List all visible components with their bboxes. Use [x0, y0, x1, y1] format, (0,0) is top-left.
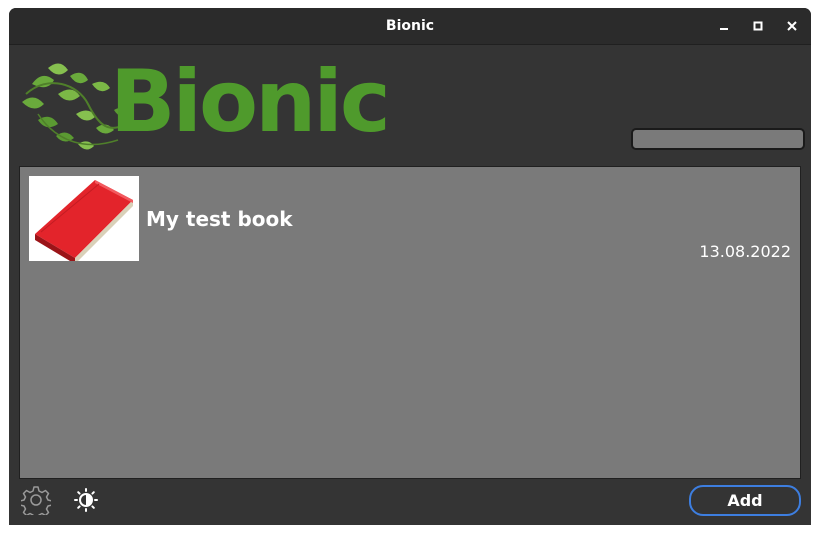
minimize-icon: [720, 28, 728, 30]
close-icon: [787, 21, 797, 31]
close-button[interactable]: [782, 16, 802, 36]
red-book-cover-icon: [35, 180, 133, 264]
brightness-icon: [74, 488, 98, 512]
book-cover: [29, 176, 139, 264]
title-bar[interactable]: Bionic: [9, 8, 811, 45]
book-list[interactable]: My test book 13.08.2022: [19, 166, 801, 479]
book-date: 13.08.2022: [699, 242, 791, 261]
minimize-button[interactable]: [714, 16, 734, 36]
app-logo: Bionic: [18, 52, 391, 158]
search-input[interactable]: [631, 128, 805, 150]
maximize-icon: [753, 21, 763, 31]
settings-button[interactable]: [20, 484, 52, 516]
list-item[interactable]: My test book 13.08.2022: [20, 167, 800, 267]
add-button[interactable]: Add: [689, 485, 801, 516]
theme-toggle-button[interactable]: [70, 484, 102, 516]
book-title: My test book: [146, 207, 293, 231]
app-window: Bionic Bionic My test book 13.08.2022 Ad…: [9, 8, 811, 525]
maximize-button[interactable]: [748, 16, 768, 36]
logo-wordmark: Bionic: [110, 52, 391, 152]
window-title: Bionic: [385, 18, 435, 34]
gear-icon: [21, 486, 51, 515]
